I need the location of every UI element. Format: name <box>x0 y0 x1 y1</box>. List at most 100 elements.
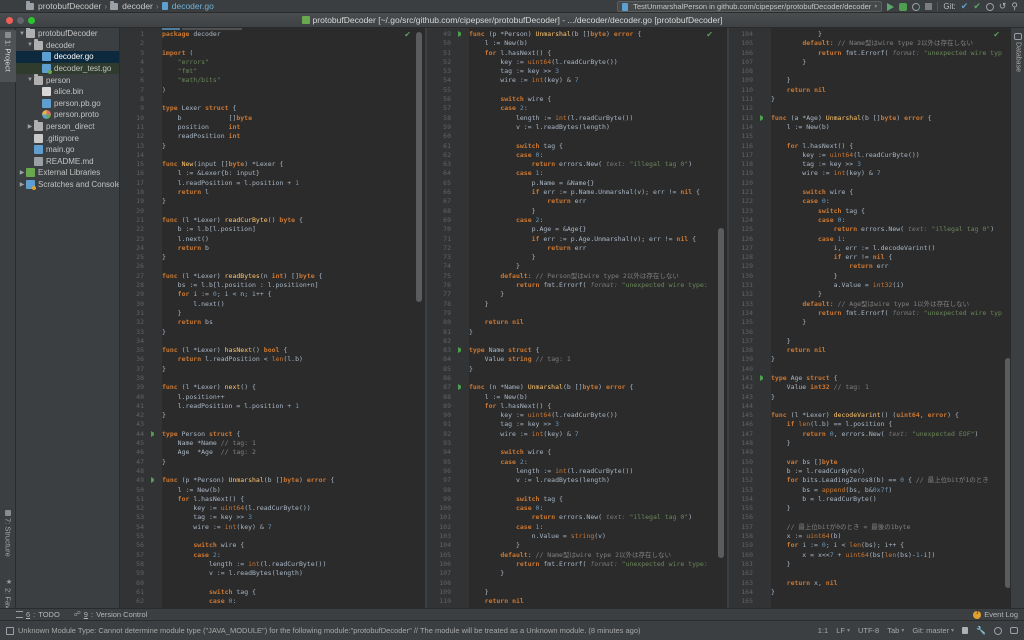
debug-icon[interactable] <box>899 2 908 11</box>
tree-node-main-go[interactable]: main.go <box>16 144 119 156</box>
code-text[interactable]: } default: // Name型はwire type 2以外は存在しない … <box>771 28 1002 608</box>
inspection-ok-icon[interactable]: ✔ <box>993 30 1000 39</box>
code-folding-column[interactable] <box>154 28 162 608</box>
event-log-button[interactable]: Event Log <box>973 610 1018 619</box>
editor-split-1[interactable]: 1 2 3 4 5 6 7 8 9 10 11 12 13 14 15 16 17 18 19 20 21 22 23 24 2… <box>120 28 425 608</box>
tree-node-person-proto[interactable]: person.proto <box>16 109 119 121</box>
code-line: l := New(b) <box>469 392 528 401</box>
run-gutter-icon[interactable] <box>753 114 763 122</box>
code-line: } <box>162 457 166 466</box>
status-message[interactable]: Unknown Module Type: Cannot determine mo… <box>6 626 812 635</box>
breadcrumb-item-2[interactable]: decoder.go <box>161 1 214 11</box>
tree-node--gitignore[interactable]: .gitignore <box>16 132 119 144</box>
scrollbar-thumb[interactable] <box>416 32 422 302</box>
sidebar-item-label: 1: Project <box>3 40 13 72</box>
breadcrumb-label: protobufDecoder <box>38 1 102 11</box>
line-number: 88 <box>443 392 451 401</box>
line-number: 65 <box>443 178 451 187</box>
code-folding-column[interactable] <box>763 28 771 608</box>
chevron-right-icon[interactable]: ▶ <box>18 181 26 188</box>
commit-icon[interactable]: ✔ <box>973 1 981 12</box>
code-line: return fmt.Errorf( format: "unexpected w… <box>515 559 708 568</box>
editor-split-2[interactable]: 49 50 51 52 53 54 55 56 57 58 59 60 61 62 63 64 65 66 67 68… <box>427 28 727 608</box>
search-everywhere-icon[interactable]: ⚲ <box>1011 1 1018 12</box>
rollback-icon[interactable]: ↺ <box>999 1 1007 12</box>
editor-gutter[interactable]: 104 105 106 107 108 109 110 111 112 113 114 115 116 1… <box>729 28 763 608</box>
line-number: 3 <box>140 48 144 57</box>
tree-node-readme-md[interactable]: README.md <box>16 156 119 168</box>
sidebar-item-database[interactable]: Database <box>1011 30 1024 72</box>
run-gutter-icon[interactable] <box>144 430 154 438</box>
tree-node-decoder-go[interactable]: decoder.go <box>16 51 119 63</box>
inspection-ok-icon[interactable]: ✔ <box>404 30 411 39</box>
code-line: type Person struct { <box>162 429 241 438</box>
inspections-icon[interactable] <box>994 626 1002 635</box>
encoding-widget[interactable]: UTF-8 <box>858 626 879 635</box>
line-separator-widget[interactable]: LF ▾ <box>836 626 850 635</box>
git-branch-widget[interactable]: Git: master ▾ <box>912 626 954 635</box>
code-folding-column[interactable] <box>461 28 469 608</box>
run-gutter-icon[interactable] <box>451 347 461 354</box>
update-project-icon[interactable]: ✔ <box>961 1 969 12</box>
line-number: 25 <box>136 253 144 262</box>
indent-widget[interactable]: Tab ▾ <box>887 626 904 635</box>
run-configuration-selector[interactable]: TestUnmarshalPerson in github.com/cipeps… <box>617 1 883 12</box>
chevron-down-icon[interactable]: ▼ <box>26 77 34 83</box>
run-gutter-icon[interactable] <box>753 375 763 382</box>
chevron-right-icon[interactable]: ▶ <box>18 169 26 176</box>
code-line: for bits.LeadingZeros8(b) == 0 { // 最上位b… <box>786 476 989 485</box>
tool-window-todo[interactable]: 6: TODO <box>16 610 60 619</box>
run-gutter-icon[interactable] <box>451 384 461 391</box>
editor-gutter[interactable]: 49 50 51 52 53 54 55 56 57 58 59 60 61 62 63 64 65 66 67 68… <box>427 28 461 608</box>
tree-node-person-pb-go[interactable]: person.pb.go <box>16 98 119 110</box>
editor-vertical-scrollbar[interactable] <box>715 28 727 608</box>
code-line: v := l.readBytes(length) <box>469 476 610 485</box>
sidebar-item-structure[interactable]: 7: Structure <box>0 508 16 570</box>
proto-file-icon <box>42 110 51 120</box>
tree-node-alice-bin[interactable]: alice.bin <box>16 86 119 98</box>
settings-icon[interactable]: 🔧 <box>976 626 986 635</box>
run-gutter-icon[interactable] <box>144 477 154 484</box>
scrollbar-thumb[interactable] <box>718 228 724 558</box>
tree-node-external-libraries[interactable]: ▶ External Libraries <box>16 167 119 179</box>
line-number: 37 <box>136 364 144 373</box>
history-icon[interactable] <box>985 2 994 11</box>
inspection-ok-icon[interactable]: ✔ <box>706 30 713 39</box>
code-line: p.Age = &Age{} <box>469 225 587 234</box>
tree-node-decoder-test-go[interactable]: decoder_test.go <box>16 62 119 75</box>
stop-icon[interactable] <box>925 3 933 10</box>
tree-node-person-direct[interactable]: ▶ person_direct <box>16 120 119 133</box>
tool-window-version-control[interactable]: ☍ 9: Version Control <box>74 610 148 619</box>
chevron-down-icon[interactable]: ▼ <box>18 31 26 37</box>
line-number: 98 <box>443 485 451 494</box>
coverage-icon[interactable] <box>912 2 921 11</box>
project-tool-window[interactable]: ▼ protobufDecoder ▼ decoder decoder.go decode… <box>16 28 120 608</box>
editor-split-3[interactable]: 104 105 106 107 108 109 110 111 112 113 114 115 116 1… <box>729 28 1014 608</box>
breadcrumb-item-1[interactable]: decoder <box>110 0 153 11</box>
line-number: 70 <box>443 225 451 234</box>
lock-icon[interactable] <box>962 627 969 634</box>
memory-indicator-icon[interactable] <box>1010 627 1018 634</box>
run-gutter-icon[interactable] <box>451 31 461 38</box>
run-icon[interactable] <box>887 2 895 11</box>
tree-node-person[interactable]: ▼ person <box>16 73 119 86</box>
sidebar-item-project[interactable]: 1: Project <box>0 30 16 82</box>
line-number: 57 <box>136 550 144 559</box>
code-text[interactable]: package decoder import ( "errors" "fmt" … <box>162 28 413 608</box>
breadcrumb-item-0[interactable]: protobufDecoder <box>26 0 102 11</box>
tree-node-protobufdecoder[interactable]: ▼ protobufDecoder <box>16 28 119 40</box>
code-text[interactable]: func (p *Person) Unmarshal(b []byte) err… <box>469 28 715 608</box>
chevron-right-icon[interactable]: ▶ <box>26 123 34 130</box>
caret-position-widget[interactable]: 1:1 <box>818 626 828 635</box>
tree-node-scratches-and-consoles[interactable]: ▶ Scratches and Consoles <box>16 179 119 191</box>
tree-node-decoder[interactable]: ▼ decoder <box>16 38 119 52</box>
chevron-down-icon[interactable]: ▼ <box>26 42 34 48</box>
folder-icon <box>26 0 34 10</box>
editor-gutter[interactable]: 1 2 3 4 5 6 7 8 9 10 11 12 13 14 15 16 17 18 19 20 21 22 23 24 2… <box>120 28 154 608</box>
editor-vertical-scrollbar[interactable] <box>413 28 425 608</box>
line-number: 9 <box>140 104 144 113</box>
line-number: 161 <box>741 559 753 568</box>
code-line: return bs <box>177 318 213 327</box>
